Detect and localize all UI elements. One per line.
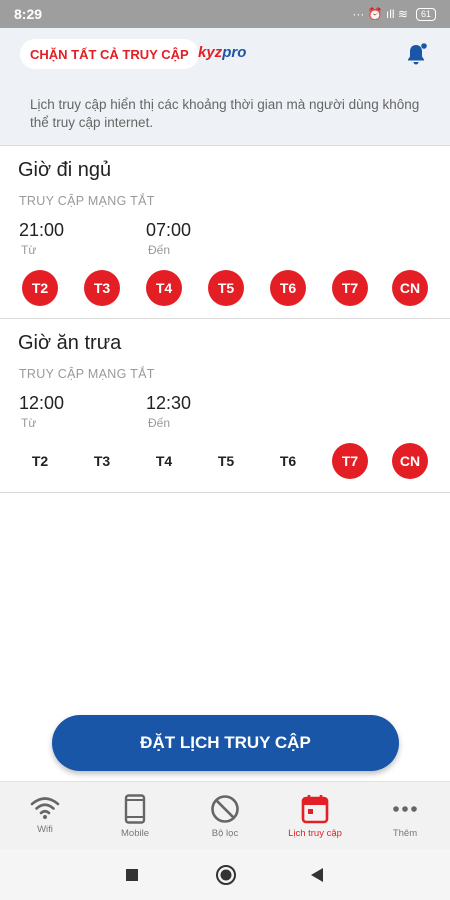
tab-mobile[interactable]: Mobile (90, 782, 180, 850)
tab-label: Mobile (121, 828, 149, 839)
tab-label: Bộ lọc (211, 828, 239, 839)
brand-logo: kyzpro (198, 44, 246, 61)
mobile-icon (124, 794, 146, 824)
day-chip[interactable]: T6 (270, 270, 306, 306)
brand-prefix: kyz (198, 44, 223, 61)
tab-wifi[interactable]: Wifi (0, 782, 90, 850)
calendar-icon (301, 795, 329, 824)
day-chip[interactable]: T7 (332, 270, 368, 306)
schedule-title: Giờ ăn trưa (18, 332, 122, 354)
from-label: Từ (21, 416, 37, 430)
tab-filter[interactable]: Bộ lọc (180, 782, 270, 850)
day-chip[interactable]: T6 (270, 443, 306, 479)
set-schedule-button[interactable]: ĐẶT LỊCH TRUY CẬP (52, 715, 399, 771)
to-time: 07:00 (146, 220, 192, 240)
from-time: 12:00 (19, 393, 65, 413)
wifi-icon (30, 797, 60, 819)
day-chip[interactable]: T4 (146, 443, 182, 479)
status-icons: ··· ⏰ ıll ≋ 61 (352, 7, 436, 21)
tab-label: Lịch truy cập (288, 828, 342, 839)
from-label: Từ (21, 243, 37, 257)
day-chip[interactable]: T5 (208, 270, 244, 306)
to-time: 12:30 (146, 393, 192, 413)
day-chip[interactable]: T5 (208, 443, 244, 479)
schedule-subtitle: TRUY CẬP MẠNG TẮT (19, 194, 155, 208)
more-icon (393, 806, 417, 812)
recent-apps-icon[interactable] (125, 868, 139, 882)
day-chip[interactable]: T2 (22, 270, 58, 306)
status-indicators: ··· ⏰ ıll ≋ (352, 7, 408, 21)
day-chip[interactable]: T2 (22, 443, 58, 479)
block-icon (211, 795, 239, 823)
notification-bell-icon[interactable] (404, 42, 428, 68)
schedule-title: Giờ đi ngủ (18, 159, 112, 181)
day-chip[interactable]: T4 (146, 270, 182, 306)
schedule-subtitle: TRUY CẬP MẠNG TẮT (19, 367, 155, 381)
back-icon[interactable] (310, 867, 324, 883)
bottom-tab-bar: Wifi Mobile Bộ lọc Lịch truy cập Thêm (0, 781, 450, 849)
system-nav-bar (0, 849, 450, 900)
status-bar: 8:29 ··· ⏰ ıll ≋ 61 (0, 0, 450, 28)
day-chip[interactable]: T3 (84, 270, 120, 306)
home-icon[interactable] (215, 864, 237, 886)
day-chip[interactable]: T7 (332, 443, 368, 479)
schedule-card[interactable]: Giờ đi ngủ TRUY CẬP MẠNG TẮT 21:00 Từ 07… (0, 147, 450, 319)
day-chip[interactable]: T3 (84, 443, 120, 479)
day-chip[interactable]: CN (392, 443, 428, 479)
day-selector: T2 T3 T4 T5 T6 T7 CN (22, 443, 432, 479)
day-selector: T2 T3 T4 T5 T6 T7 CN (22, 270, 432, 306)
tab-more[interactable]: Thêm (360, 782, 450, 850)
schedule-card[interactable]: Giờ ăn trưa TRUY CẬP MẠNG TẮT 12:00 Từ 1… (0, 320, 450, 493)
tab-label: Thêm (392, 828, 418, 839)
tab-access-schedule[interactable]: Lịch truy cập (270, 782, 360, 850)
to-label: Đến (148, 243, 171, 257)
status-time: 8:29 (14, 6, 43, 22)
from-time: 21:00 (19, 220, 65, 240)
schedule-description: Lịch truy cập hiển thị các khoảng thời g… (30, 97, 420, 130)
app-header: CHẶN TẤT CẢ TRUY CẬP kyzpro Lịch truy cậ… (0, 28, 450, 146)
block-all-button[interactable]: CHẶN TẤT CẢ TRUY CẬP (20, 39, 199, 69)
tab-label: Wifi (37, 824, 53, 835)
brand-suffix: pro (222, 44, 247, 61)
day-chip[interactable]: CN (392, 270, 428, 306)
to-label: Đến (148, 416, 171, 430)
battery-icon: 61 (415, 7, 436, 21)
